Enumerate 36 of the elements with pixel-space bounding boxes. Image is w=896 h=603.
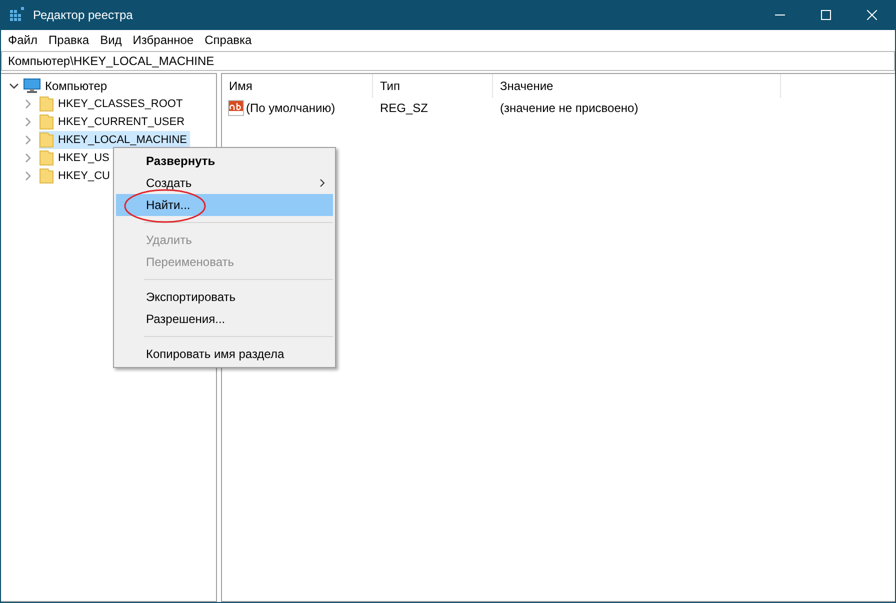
menu-item[interactable]: Правка bbox=[44, 33, 96, 47]
tree-item[interactable]: HKEY_CURRENT_USER bbox=[39, 113, 188, 131]
folder-icon bbox=[39, 132, 54, 148]
menu-item[interactable]: Найти... bbox=[116, 194, 333, 216]
tree-item[interactable]: HKEY_CU bbox=[39, 167, 113, 185]
menu-item[interactable]: Избранное bbox=[128, 33, 200, 47]
maximize-icon bbox=[821, 10, 831, 20]
menu-item[interactable]: Создать bbox=[116, 172, 333, 194]
menu-item[interactable]: Файл bbox=[3, 33, 44, 47]
folder-icon bbox=[39, 168, 54, 184]
table-cell-text: (значение не присвоено) bbox=[499, 101, 640, 115]
window-title: Редактор реестра bbox=[33, 8, 134, 22]
table-cell: (По умолчанию) bbox=[246, 101, 336, 115]
close-icon bbox=[867, 10, 877, 20]
menu-item[interactable]: Справка bbox=[200, 33, 258, 47]
column-header[interactable]: Тип bbox=[373, 74, 493, 98]
folder-icon bbox=[39, 114, 54, 130]
tree-item[interactable]: HKEY_LOCAL_MACHINE bbox=[39, 131, 190, 149]
folder-icon bbox=[39, 150, 54, 166]
menu-item[interactable]: Развернуть bbox=[116, 150, 333, 172]
menu-item[interactable]: Разрешения... bbox=[116, 308, 333, 330]
computer-icon bbox=[23, 78, 41, 94]
menu-item[interactable]: Экспортировать bbox=[116, 286, 333, 308]
registry-icon bbox=[9, 7, 25, 23]
chevron-icon[interactable] bbox=[9, 81, 19, 91]
tree-item[interactable]: HKEY_CLASSES_ROOT bbox=[39, 95, 186, 113]
menu-item[interactable]: Вид bbox=[95, 33, 128, 47]
string-value-icon bbox=[228, 100, 244, 116]
folder-icon bbox=[39, 96, 54, 112]
tree-item[interactable]: HKEY_US bbox=[39, 149, 112, 167]
column-header[interactable]: Значение bbox=[493, 74, 781, 98]
tree-item[interactable]: Компьютер bbox=[45, 79, 108, 93]
table-cell-text: REG_SZ bbox=[379, 101, 430, 115]
column-header[interactable]: Имя bbox=[222, 74, 373, 98]
menu-item[interactable]: Копировать имя раздела bbox=[116, 343, 333, 365]
address-field[interactable]: Компьютер\HKEY_LOCAL_MACHINE bbox=[1, 51, 895, 71]
